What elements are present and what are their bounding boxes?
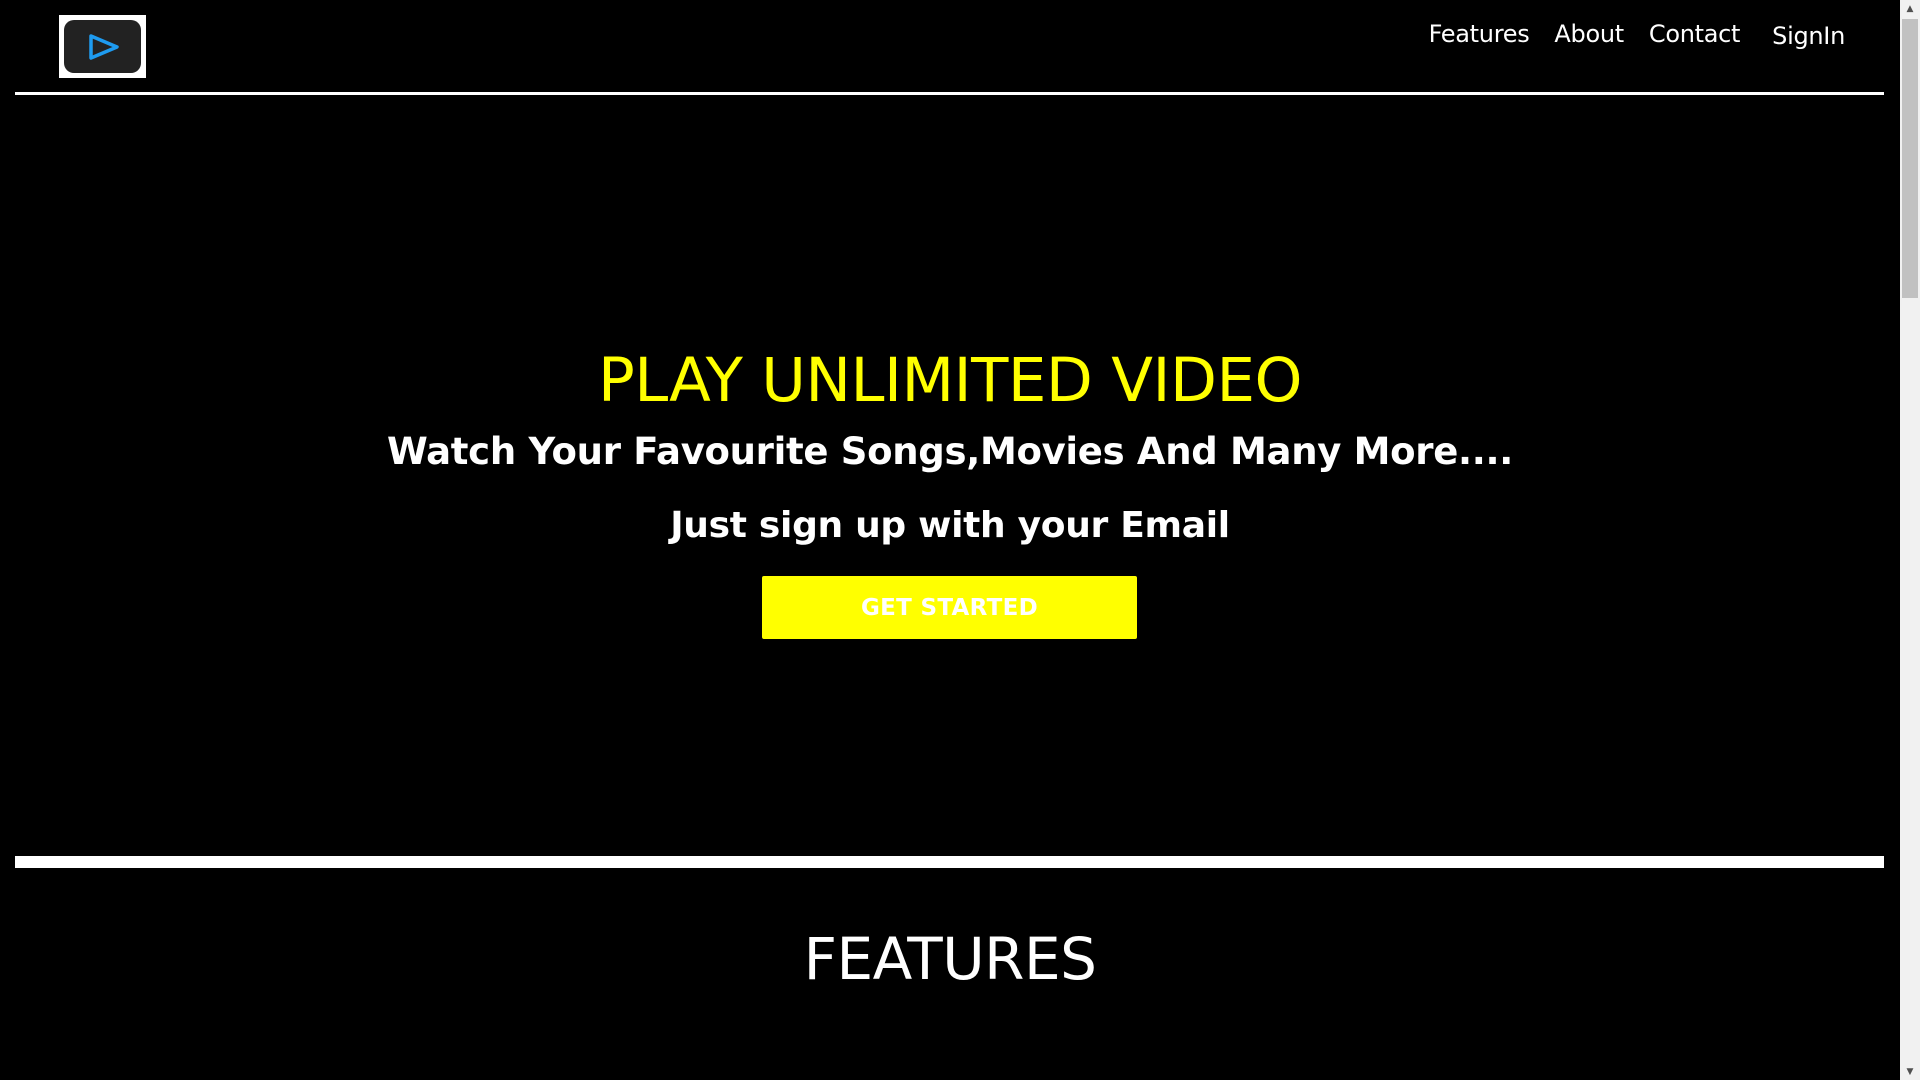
scrollbar-thumb[interactable] xyxy=(1902,19,1918,298)
nav-about-link[interactable]: About xyxy=(1554,20,1624,48)
logo[interactable] xyxy=(59,15,146,78)
nav-signin-link[interactable]: SignIn xyxy=(1772,22,1845,50)
page: Features About Contact SignIn PLAY UNLIM… xyxy=(0,0,1900,1080)
section-divider xyxy=(15,856,1884,868)
nav-contact-link[interactable]: Contact xyxy=(1649,20,1741,48)
site-header: Features About Contact SignIn xyxy=(0,0,1900,95)
arrow-down-icon[interactable]: ▼ xyxy=(1900,1063,1920,1080)
logo-tile xyxy=(64,20,141,73)
hero-subtitle: Watch Your Favourite Songs,Movies And Ma… xyxy=(386,430,1514,473)
play-icon xyxy=(88,33,119,60)
hero-title: PLAY UNLIMITED VIDEO xyxy=(597,345,1303,416)
get-started-button[interactable]: GET STARTED xyxy=(762,576,1137,639)
features-heading: FEATURES xyxy=(803,925,1097,993)
nav-features-link[interactable]: Features xyxy=(1429,20,1530,48)
main-nav: Features About Contact SignIn xyxy=(1404,18,1846,50)
vertical-scrollbar[interactable]: ▲ ▼ xyxy=(1900,0,1920,1080)
signup-text: Just sign up with your Email xyxy=(670,505,1230,546)
arrow-up-icon[interactable]: ▲ xyxy=(1900,0,1920,17)
hero-section: PLAY UNLIMITED VIDEO Watch Your Favourit… xyxy=(0,95,1900,855)
